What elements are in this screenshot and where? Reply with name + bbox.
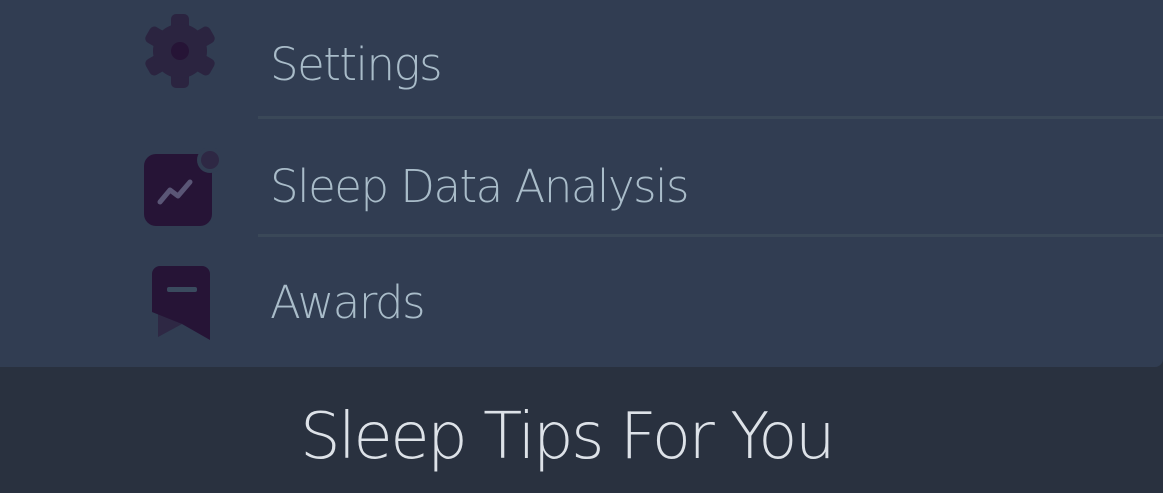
menu-item-sleep-data-analysis[interactable]: Sleep Data Analysis xyxy=(0,122,1163,234)
chart-icon xyxy=(140,148,220,228)
menu-item-label: Sleep Data Analysis xyxy=(270,160,689,213)
menu-item-awards[interactable]: Awards xyxy=(0,240,1163,352)
gear-icon xyxy=(140,14,220,94)
bookmark-icon xyxy=(140,262,220,342)
menu-item-label: Awards xyxy=(270,276,426,329)
menu-item-label: Settings xyxy=(270,38,443,91)
sleep-tips-title: Sleep Tips For You xyxy=(300,400,836,474)
menu-item-settings[interactable]: Settings xyxy=(0,14,1163,126)
divider xyxy=(258,234,1163,237)
menu-card: Settings Sleep Data Analysis Awards xyxy=(0,0,1163,367)
divider xyxy=(258,116,1163,119)
